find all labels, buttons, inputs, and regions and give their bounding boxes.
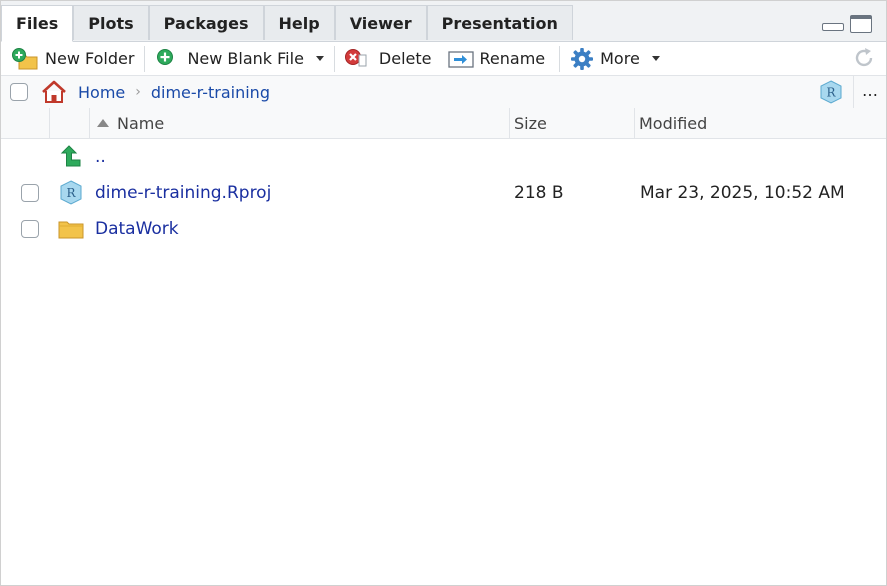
modified-header-label: Modified: [639, 113, 708, 133]
size-column-header[interactable]: Size: [514, 108, 547, 138]
file-size: 218 B: [514, 183, 564, 203]
delete-icon: [344, 48, 367, 66]
toolbar-separator: [333, 45, 335, 72]
tab-plots[interactable]: Plots: [73, 5, 149, 40]
rename-button[interactable]: Rename: [440, 44, 554, 74]
rename-icon: [447, 50, 474, 68]
breadcrumb-actions: R …: [819, 76, 886, 108]
r-project-icon: R: [59, 175, 83, 211]
column-divider: [49, 108, 50, 138]
chevron-right-icon: ›: [135, 84, 141, 100]
toolbar-separator: [559, 45, 561, 72]
new-blank-file-label: New Blank File: [187, 49, 304, 68]
refresh-icon: [855, 48, 873, 67]
maximize-pane-button[interactable]: [850, 15, 872, 33]
files-toolbar: New Folder New Blank File Delete Rename …: [1, 42, 886, 76]
select-all-checkbox[interactable]: [10, 83, 28, 101]
file-table-header: Name Size Modified: [1, 108, 886, 139]
breadcrumb: Home › dime-r-training R …: [1, 76, 886, 109]
breadcrumb-home-link[interactable]: Home: [78, 83, 125, 102]
tab-packages[interactable]: Packages: [148, 5, 264, 40]
table-row[interactable]: R dime-r-training.Rproj 218 B Mar 23, 20…: [1, 175, 886, 211]
more-label: More: [600, 49, 640, 68]
file-modified: Mar 23, 2025, 10:52 AM: [640, 183, 845, 203]
sort-ascending-icon: [97, 119, 109, 127]
files-pane: Files Plots Packages Help Viewer Present…: [0, 0, 887, 586]
more-options-button[interactable]: …: [853, 76, 886, 108]
tab-presentation[interactable]: Presentation: [426, 5, 573, 40]
delete-button[interactable]: Delete: [337, 44, 440, 74]
svg-text:R: R: [66, 186, 76, 200]
svg-text:R: R: [826, 86, 836, 100]
up-arrow-icon: [57, 139, 83, 175]
more-button[interactable]: More: [562, 44, 668, 74]
modified-column-header[interactable]: Modified: [639, 108, 707, 138]
home-icon[interactable]: [40, 80, 68, 104]
chevron-down-icon: [315, 56, 324, 61]
tab-help[interactable]: Help: [263, 5, 335, 40]
plus-circle-icon: [157, 48, 174, 65]
tab-bar: Files Plots Packages Help Viewer Present…: [1, 1, 886, 42]
chevron-down-icon: [651, 56, 660, 61]
file-name-link[interactable]: dime-r-training.Rproj: [95, 175, 271, 211]
name-header-label: Name: [117, 113, 165, 133]
row-checkbox[interactable]: [21, 184, 39, 202]
window-controls: [822, 15, 872, 33]
tab-viewer[interactable]: Viewer: [334, 5, 427, 40]
toolbar-separator: [144, 45, 146, 72]
tabs: Files Plots Packages Help Viewer Present…: [1, 5, 573, 42]
breadcrumb-current-link[interactable]: dime-r-training: [151, 83, 270, 102]
column-divider: [89, 108, 90, 138]
tab-files[interactable]: Files: [1, 5, 74, 42]
new-folder-label: New Folder: [45, 49, 135, 68]
new-blank-file-button[interactable]: New Blank File: [147, 44, 331, 74]
file-name-link[interactable]: DataWork: [95, 211, 179, 247]
new-folder-button[interactable]: New Folder: [1, 44, 142, 74]
folder-icon: [58, 211, 84, 247]
table-row[interactable]: ..: [1, 139, 886, 175]
column-divider: [509, 108, 510, 138]
delete-label: Delete: [378, 49, 432, 68]
size-header-label: Size: [514, 113, 547, 133]
refresh-button[interactable]: [852, 46, 876, 74]
minimize-pane-button[interactable]: [822, 23, 844, 31]
name-column-header[interactable]: Name: [97, 108, 164, 138]
r-project-icon[interactable]: R: [819, 80, 843, 104]
gear-icon: [571, 47, 594, 70]
folder-plus-icon: [12, 47, 38, 69]
column-divider: [634, 108, 635, 138]
file-name-link[interactable]: ..: [95, 139, 106, 175]
rename-label: Rename: [479, 49, 546, 68]
table-row[interactable]: DataWork: [1, 211, 886, 247]
row-checkbox[interactable]: [21, 220, 39, 238]
